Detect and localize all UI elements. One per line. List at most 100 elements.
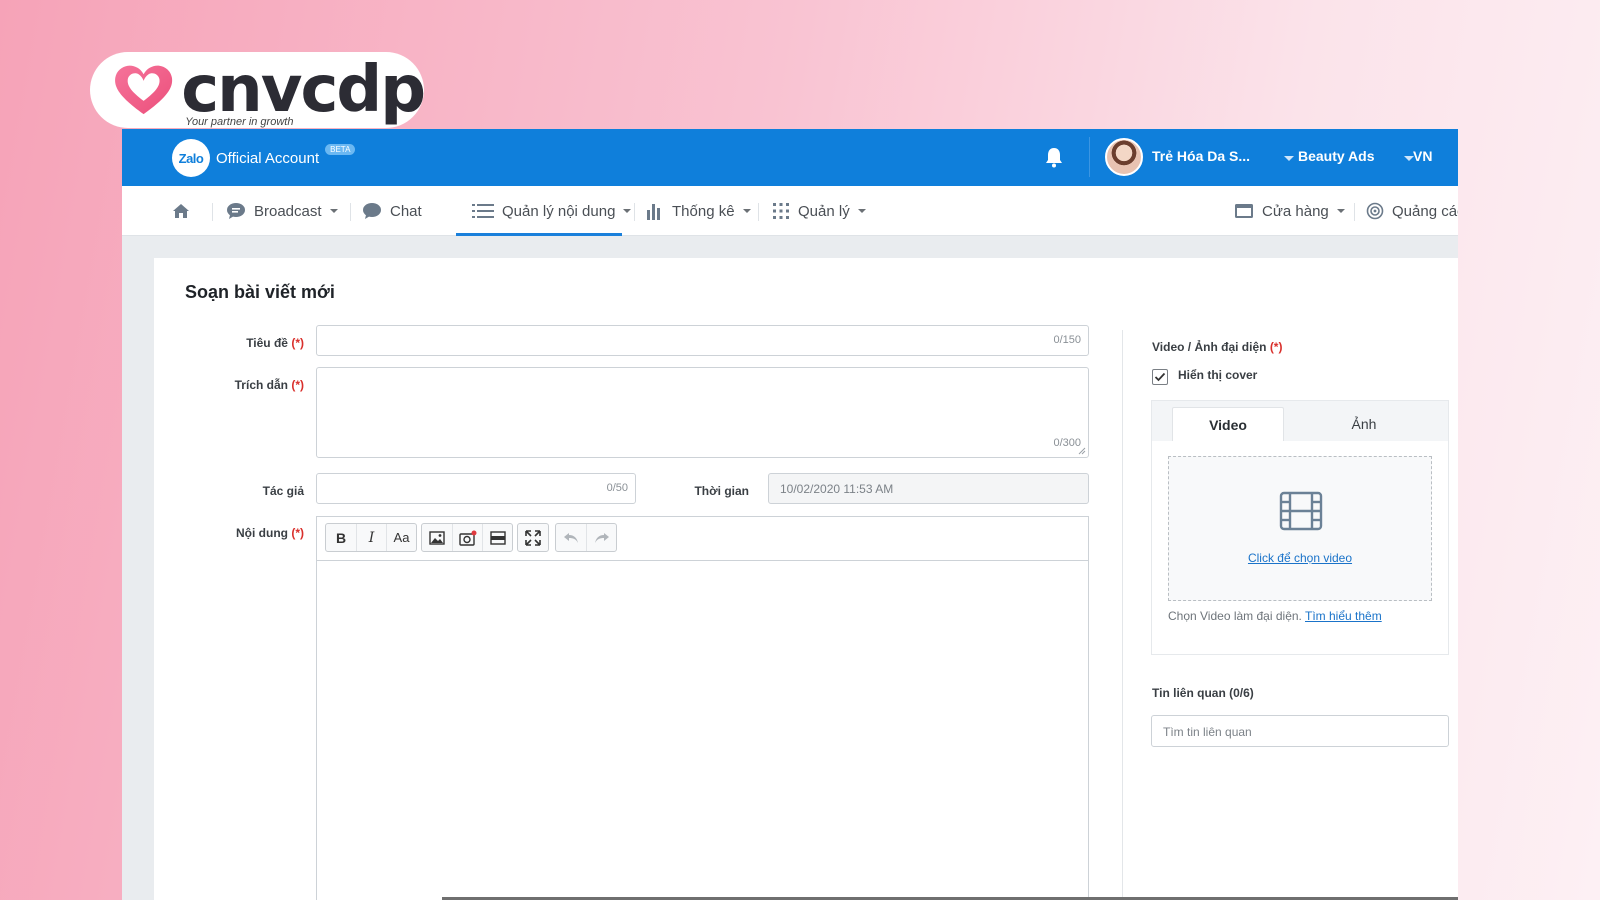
excerpt-label: Trích dẫn (*) [234,378,304,392]
nav-home[interactable] [172,186,198,236]
nav-separator [212,203,213,221]
title-input[interactable]: 0/150 [316,325,1089,356]
undo-button[interactable] [556,524,586,551]
brand-logo-badge: cnvcdp Your partner in growth [90,52,426,128]
chevron-down-icon [742,209,751,213]
show-cover-label: Hiển thị cover [1178,368,1258,382]
tab-image[interactable]: Ảnh [1308,407,1420,441]
redo-button[interactable] [586,524,616,551]
bold-button[interactable]: B [326,524,356,551]
font-size-button[interactable]: Aa [386,524,416,551]
nav-separator [350,203,351,221]
video-dropzone[interactable]: Click để chọn video [1168,456,1432,601]
banner-icon [489,530,506,545]
user-name-menu[interactable]: Trẻ Hóa Da S... [1152,148,1250,164]
image-icon [429,530,445,545]
list-icon [472,204,494,218]
app-window: Zalo Official Account BETA Trẻ Hóa Da S.… [122,129,1458,900]
topbar-divider [1089,137,1090,177]
title-char-counter: 0/150 [1053,334,1081,346]
nav-advertising[interactable]: Quảng cáo [1366,186,1458,236]
notification-bell-icon[interactable] [1042,145,1066,169]
italic-button[interactable]: I [356,524,386,551]
home-icon [173,204,189,218]
heart-logo-icon [115,65,173,115]
compose-article-card: Soạn bài viết mới Tiêu đề (*) 0/150 Tríc… [154,258,1458,900]
nav-store[interactable]: Cửa hàng [1234,186,1345,236]
editor-toolbar: B I Aa [317,517,1088,561]
chat-bubble-icon [363,203,381,219]
cover-label: Video / Ảnh đại diện (*) [1152,340,1283,354]
chevron-down-icon [1336,209,1345,213]
publish-time-value: 10/02/2020 11:53 AM [780,482,894,496]
nav-chat-label: Chat [390,202,422,220]
nav-separator [1354,203,1355,221]
column-divider [1122,330,1123,900]
chevron-down-icon [857,209,866,213]
target-icon [1366,202,1384,220]
brand-tagline: Your partner in growth [185,116,294,128]
bar-chart-icon [647,204,660,220]
nav-separator [758,203,759,221]
content-label: Nội dung (*) [236,526,304,540]
nav-separator [634,203,635,221]
redo-icon [594,532,609,543]
zalo-logo-icon: Zalo [172,139,210,177]
required-mark: (*) [1269,340,1283,354]
main-nav: Broadcast Chat Quản lý nội dung Thống kê… [122,186,1458,236]
grid-icon [773,203,789,219]
nav-statistics-label: Thống kê [672,202,735,220]
nav-advertising-label: Quảng cáo [1392,202,1458,220]
chevron-down-icon [329,209,338,213]
tab-video[interactable]: Video [1172,407,1284,441]
nav-content-management[interactable]: Quản lý nội dung [472,186,632,236]
author-label: Tác giả [262,484,304,498]
nav-content-label: Quản lý nội dung [502,202,616,220]
nav-management[interactable]: Quản lý [772,186,866,236]
media-insert-group [421,523,513,552]
title-label: Tiêu đề (*) [246,336,304,350]
choose-video-link[interactable]: Click để chọn video [1169,551,1431,565]
checkmark-icon [1154,372,1166,382]
nav-broadcast[interactable]: Broadcast [226,186,338,236]
fullscreen-button[interactable] [518,524,548,551]
resize-handle-icon[interactable] [1078,447,1086,455]
insert-image-button[interactable] [422,524,452,551]
nav-store-label: Cửa hàng [1262,202,1329,220]
language-switcher[interactable]: VN [1413,148,1432,164]
brand-wordmark: cnvcdp [181,53,426,127]
active-tab-indicator [456,233,622,236]
top-bar: Zalo Official Account BETA Trẻ Hóa Da S.… [122,129,1458,186]
chevron-down-icon[interactable] [1284,156,1294,161]
zalo-oa-logo[interactable]: Zalo Official Account BETA [172,139,356,177]
beta-badge: BETA [325,143,356,155]
text-format-group: B I Aa [325,523,417,552]
learn-more-link[interactable]: Tìm hiểu thêm [1305,609,1382,623]
related-posts-label: Tin liên quan (0/6) [1152,686,1254,700]
nav-statistics[interactable]: Thống kê [646,186,751,236]
insert-banner-button[interactable] [482,524,512,551]
excerpt-textarea[interactable]: 0/300 [316,367,1089,458]
video-hint: Chọn Video làm đại diện. Tìm hiểu thêm [1168,609,1382,623]
photo-album-icon [458,530,476,546]
nav-broadcast-label: Broadcast [254,202,322,220]
required-mark: (*) [291,526,304,540]
author-input[interactable]: 0/50 [316,473,636,504]
insert-album-button[interactable] [452,524,482,551]
show-cover-checkbox[interactable] [1152,369,1168,385]
related-posts-search-input[interactable]: Tìm tin liên quan [1151,715,1449,747]
history-group [555,523,617,552]
chevron-down-icon [623,209,632,213]
user-avatar[interactable] [1105,138,1143,176]
product-name: Official Account [216,149,320,167]
nav-chat[interactable]: Chat [362,186,422,236]
page-title: Soạn bài viết mới [185,282,335,302]
broadcast-bubble-icon [227,203,245,219]
account-menu[interactable]: Beauty Ads [1298,148,1375,164]
excerpt-char-counter: 0/300 [1053,437,1081,449]
expand-icon [525,529,541,546]
required-mark: (*) [291,336,304,350]
publish-time-field[interactable]: 10/02/2020 11:53 AM [768,473,1089,504]
content-editor[interactable]: B I Aa [316,516,1089,900]
store-icon [1235,204,1253,218]
